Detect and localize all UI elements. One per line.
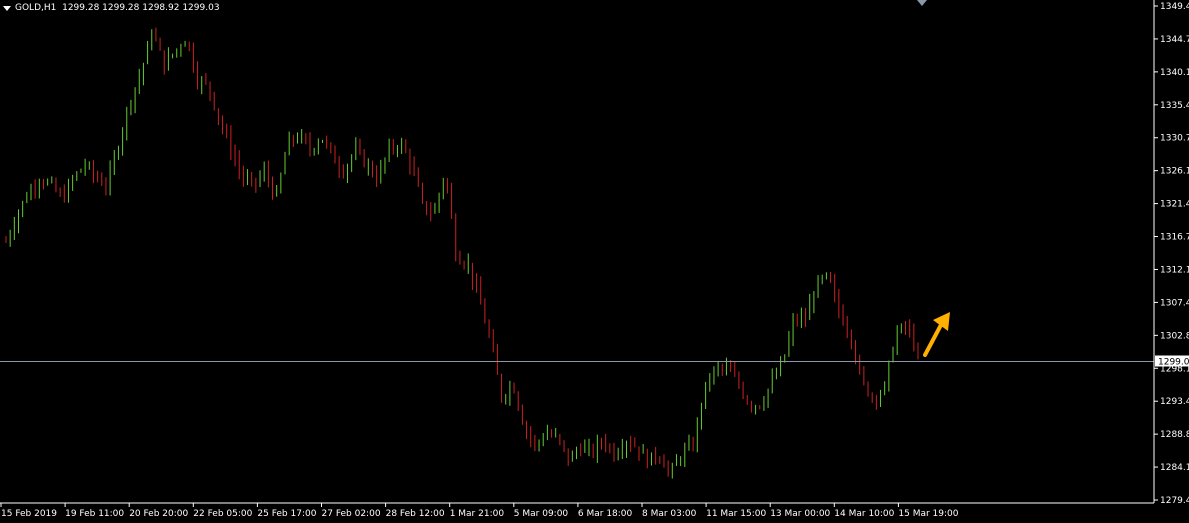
x-tick-label: 14 Mar 10:00 [834, 509, 894, 519]
chart-root: GOLD,H1 1299.28 1299.28 1298.92 1299.03 … [0, 0, 1189, 523]
x-tick-label: 11 Mar 15:00 [706, 509, 766, 519]
x-tick-label: 22 Feb 05:00 [193, 509, 252, 519]
x-tick-label: 1 Mar 21:00 [450, 509, 505, 519]
y-tick-label: 1321.4 [1160, 200, 1189, 210]
ohlc-label: 1299.28 1299.28 1298.92 1299.03 [62, 3, 220, 13]
x-tick-label: 8 Mar 03:00 [642, 509, 697, 519]
x-tick-label: 6 Mar 18:00 [578, 509, 633, 519]
chart-header: GOLD,H1 1299.28 1299.28 1298.92 1299.03 [3, 3, 220, 14]
y-axis-ticks: 1349.4 1344.7 1340.1 1335.4 1330.7 1326.1 1321… [1154, 2, 1189, 506]
price-chart: 1349.4 1344.7 1340.1 1335.4 1330.7 1326.1 1321… [0, 0, 1189, 519]
y-tick-label: 1330.7 [1160, 134, 1189, 144]
y-tick-label: 1344.7 [1160, 35, 1189, 45]
x-tick-label: 28 Feb 12:00 [386, 509, 445, 519]
y-tick-label: 1307.4 [1160, 298, 1189, 308]
x-tick-label: 15 Mar 19:00 [898, 509, 958, 519]
y-tick-label: 1288.8 [1160, 430, 1189, 440]
current-price-label-text: 1299.03 [1158, 358, 1189, 368]
x-axis-ticks: 15 Feb 2019 19 Feb 11:00 20 Feb 20:00 22 Fe… [0, 503, 959, 519]
x-tick-label: 15 Feb 2019 [1, 509, 57, 519]
x-tick-label: 27 Feb 02:00 [322, 509, 381, 519]
y-tick-label: 1312.1 [1160, 265, 1189, 275]
y-tick-label: 1279.4 [1160, 496, 1189, 506]
symbol-label: GOLD,H1 [15, 3, 57, 13]
y-tick-label: 1349.4 [1160, 2, 1189, 12]
up-arrow-icon [923, 312, 950, 357]
menu-triangle-icon[interactable] [3, 5, 11, 11]
x-tick-label: 19 Feb 11:00 [65, 509, 124, 519]
y-tick-label: 1293.4 [1160, 397, 1189, 407]
y-tick-label: 1302.8 [1160, 331, 1189, 341]
y-tick-label: 1326.1 [1160, 167, 1189, 177]
y-tick-label: 1335.4 [1160, 101, 1189, 111]
period-marker-icon [917, 0, 927, 6]
x-tick-label: 5 Mar 09:00 [514, 509, 569, 519]
current-price-label: 1299.03 [1155, 355, 1189, 368]
x-tick-label: 25 Feb 17:00 [257, 509, 316, 519]
y-tick-label: 1284.1 [1160, 463, 1189, 473]
x-tick-label: 20 Feb 20:00 [129, 509, 188, 519]
candles-group [5, 27, 919, 479]
x-tick-label: 13 Mar 00:00 [770, 509, 830, 519]
y-tick-label: 1316.7 [1160, 233, 1189, 243]
y-tick-label: 1340.1 [1160, 68, 1189, 78]
